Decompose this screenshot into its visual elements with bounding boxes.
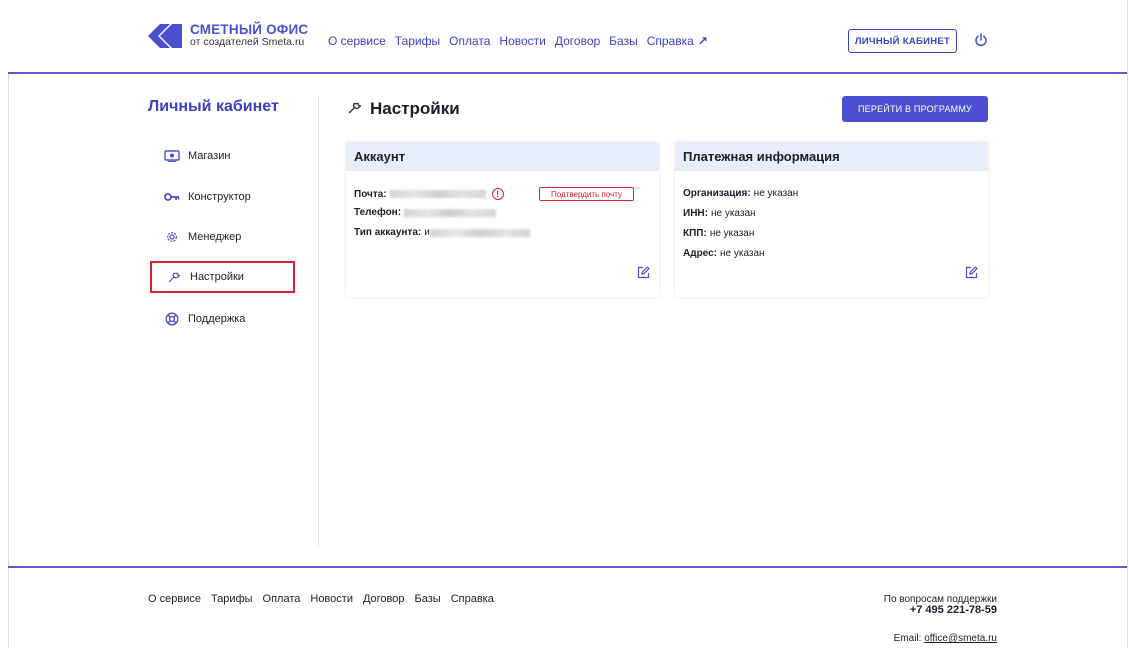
footer-nav-payment[interactable]: Оплата bbox=[263, 593, 301, 605]
address-row: Адрес: не указан bbox=[683, 248, 765, 259]
footer-nav-help[interactable]: Справка bbox=[451, 593, 494, 605]
payment-info-card: Платежная информация Организация: не ука… bbox=[675, 142, 988, 297]
sidebar-item-support[interactable]: Поддержка bbox=[150, 303, 295, 335]
gear-icon bbox=[164, 230, 180, 244]
inn-label: ИНН: bbox=[683, 208, 708, 219]
support-email: Email: office@smeta.ru bbox=[894, 633, 997, 644]
external-link-icon: ↗ bbox=[697, 34, 708, 48]
logo-subtitle: от создателей Smeta.ru bbox=[190, 36, 305, 48]
email-row: Почта: ! bbox=[354, 188, 504, 200]
nav-payment[interactable]: Оплата bbox=[449, 34, 490, 48]
top-nav: О сервисе Тарифы Оплата Новости Договор … bbox=[328, 34, 708, 48]
footer-nav-about[interactable]: О сервисе bbox=[148, 593, 201, 605]
phone-row: Телефон: bbox=[354, 207, 497, 218]
account-type-row: Тип аккаунта: и bbox=[354, 227, 530, 238]
sidebar-item-label: Настройки bbox=[190, 271, 244, 283]
sidebar-item-label: Конструктор bbox=[188, 191, 251, 203]
nav-tariffs[interactable]: Тарифы bbox=[395, 34, 440, 48]
phone-label: Телефон: bbox=[354, 207, 402, 218]
store-icon bbox=[164, 149, 180, 163]
warning-icon[interactable]: ! bbox=[491, 188, 504, 200]
kpp-row: КПП: не указан bbox=[683, 228, 754, 239]
page-title: Настройки bbox=[347, 99, 460, 119]
open-program-button[interactable]: ПЕРЕЙТИ В ПРОГРАММУ bbox=[842, 96, 988, 122]
address-label: Адрес: bbox=[683, 248, 717, 259]
site-footer: О сервисе Тарифы Оплата Новости Договор … bbox=[8, 566, 1127, 650]
logo-title: СМЕТНЫЙ ОФИС bbox=[190, 22, 309, 37]
wrench-icon bbox=[347, 100, 362, 118]
sidebar-item-manager[interactable]: Менеджер bbox=[150, 221, 295, 253]
footer-nav-tariffs[interactable]: Тарифы bbox=[211, 593, 253, 605]
window-border-left bbox=[8, 0, 9, 648]
site-header: СМЕТНЫЙ ОФИС от создателей Smeta.ru О се… bbox=[8, 0, 1127, 74]
inn-row: ИНН: не указан bbox=[683, 208, 756, 219]
account-type-value-redacted bbox=[429, 228, 530, 237]
phone-value-redacted bbox=[404, 208, 497, 217]
payment-card-heading: Платежная информация bbox=[675, 142, 988, 171]
nav-about[interactable]: О сервисе bbox=[328, 34, 386, 48]
email-link[interactable]: office@smeta.ru bbox=[924, 633, 997, 644]
page-title-text: Настройки bbox=[370, 99, 460, 118]
power-icon[interactable] bbox=[974, 33, 988, 47]
organization-label: Организация: bbox=[683, 188, 751, 199]
email-label: Почта: bbox=[354, 188, 387, 200]
account-type-label: Тип аккаунта: bbox=[354, 227, 422, 238]
sidebar-item-store[interactable]: Магазин bbox=[150, 140, 295, 172]
nav-news[interactable]: Новости bbox=[499, 34, 545, 48]
logo[interactable]: СМЕТНЫЙ ОФИС от создателей Smeta.ru bbox=[148, 23, 308, 49]
inn-value: не указан bbox=[710, 208, 756, 219]
kpp-value: не указан bbox=[709, 228, 755, 239]
sidebar-item-label: Магазин bbox=[188, 150, 231, 162]
organization-row: Организация: не указан bbox=[683, 188, 798, 199]
nav-databases[interactable]: Базы bbox=[609, 34, 638, 48]
footer-nav-databases[interactable]: Базы bbox=[415, 593, 441, 605]
sidebar-item-settings[interactable]: Настройки bbox=[150, 261, 295, 293]
address-value: не указан bbox=[720, 248, 765, 259]
sidebar-item-label: Поддержка bbox=[188, 313, 246, 325]
logo-mark-icon bbox=[148, 24, 182, 48]
nav-contract[interactable]: Договор bbox=[555, 34, 600, 48]
sidebar-divider bbox=[318, 96, 319, 546]
nav-help-label: Справка bbox=[646, 34, 694, 48]
lifebuoy-icon bbox=[164, 312, 180, 326]
kpp-label: КПП: bbox=[683, 228, 707, 239]
edit-icon[interactable] bbox=[965, 266, 978, 279]
window-border-right bbox=[1127, 0, 1128, 648]
account-card: Аккаунт Почта: ! Подтвердить почту Телеф… bbox=[346, 142, 659, 297]
support-contact: По вопросам поддержки +7 495 221-78-59 bbox=[884, 594, 997, 616]
key-icon bbox=[164, 190, 180, 204]
confirm-email-button[interactable]: Подтвердить почту bbox=[539, 187, 634, 201]
account-card-heading: Аккаунт bbox=[346, 142, 659, 171]
personal-cabinet-button[interactable]: ЛИЧНЫЙ КАБИНЕТ bbox=[848, 29, 957, 53]
sidebar-title: Личный кабинет bbox=[148, 98, 279, 115]
sidebar-item-constructor[interactable]: Конструктор bbox=[150, 181, 295, 213]
wrench-icon bbox=[166, 270, 182, 284]
nav-help[interactable]: Справка ↗ bbox=[647, 34, 708, 48]
sidebar-item-label: Менеджер bbox=[188, 231, 242, 243]
organization-value: не указан bbox=[753, 188, 799, 199]
footer-nav-contract[interactable]: Договор bbox=[363, 593, 405, 605]
edit-icon[interactable] bbox=[637, 266, 650, 279]
email-value-redacted bbox=[389, 190, 486, 198]
footer-nav: О сервисе Тарифы Оплата Новости Договор … bbox=[148, 593, 494, 605]
footer-nav-news[interactable]: Новости bbox=[310, 593, 353, 605]
email-label: Email: bbox=[893, 633, 922, 644]
support-phone[interactable]: +7 495 221-78-59 bbox=[884, 605, 997, 616]
